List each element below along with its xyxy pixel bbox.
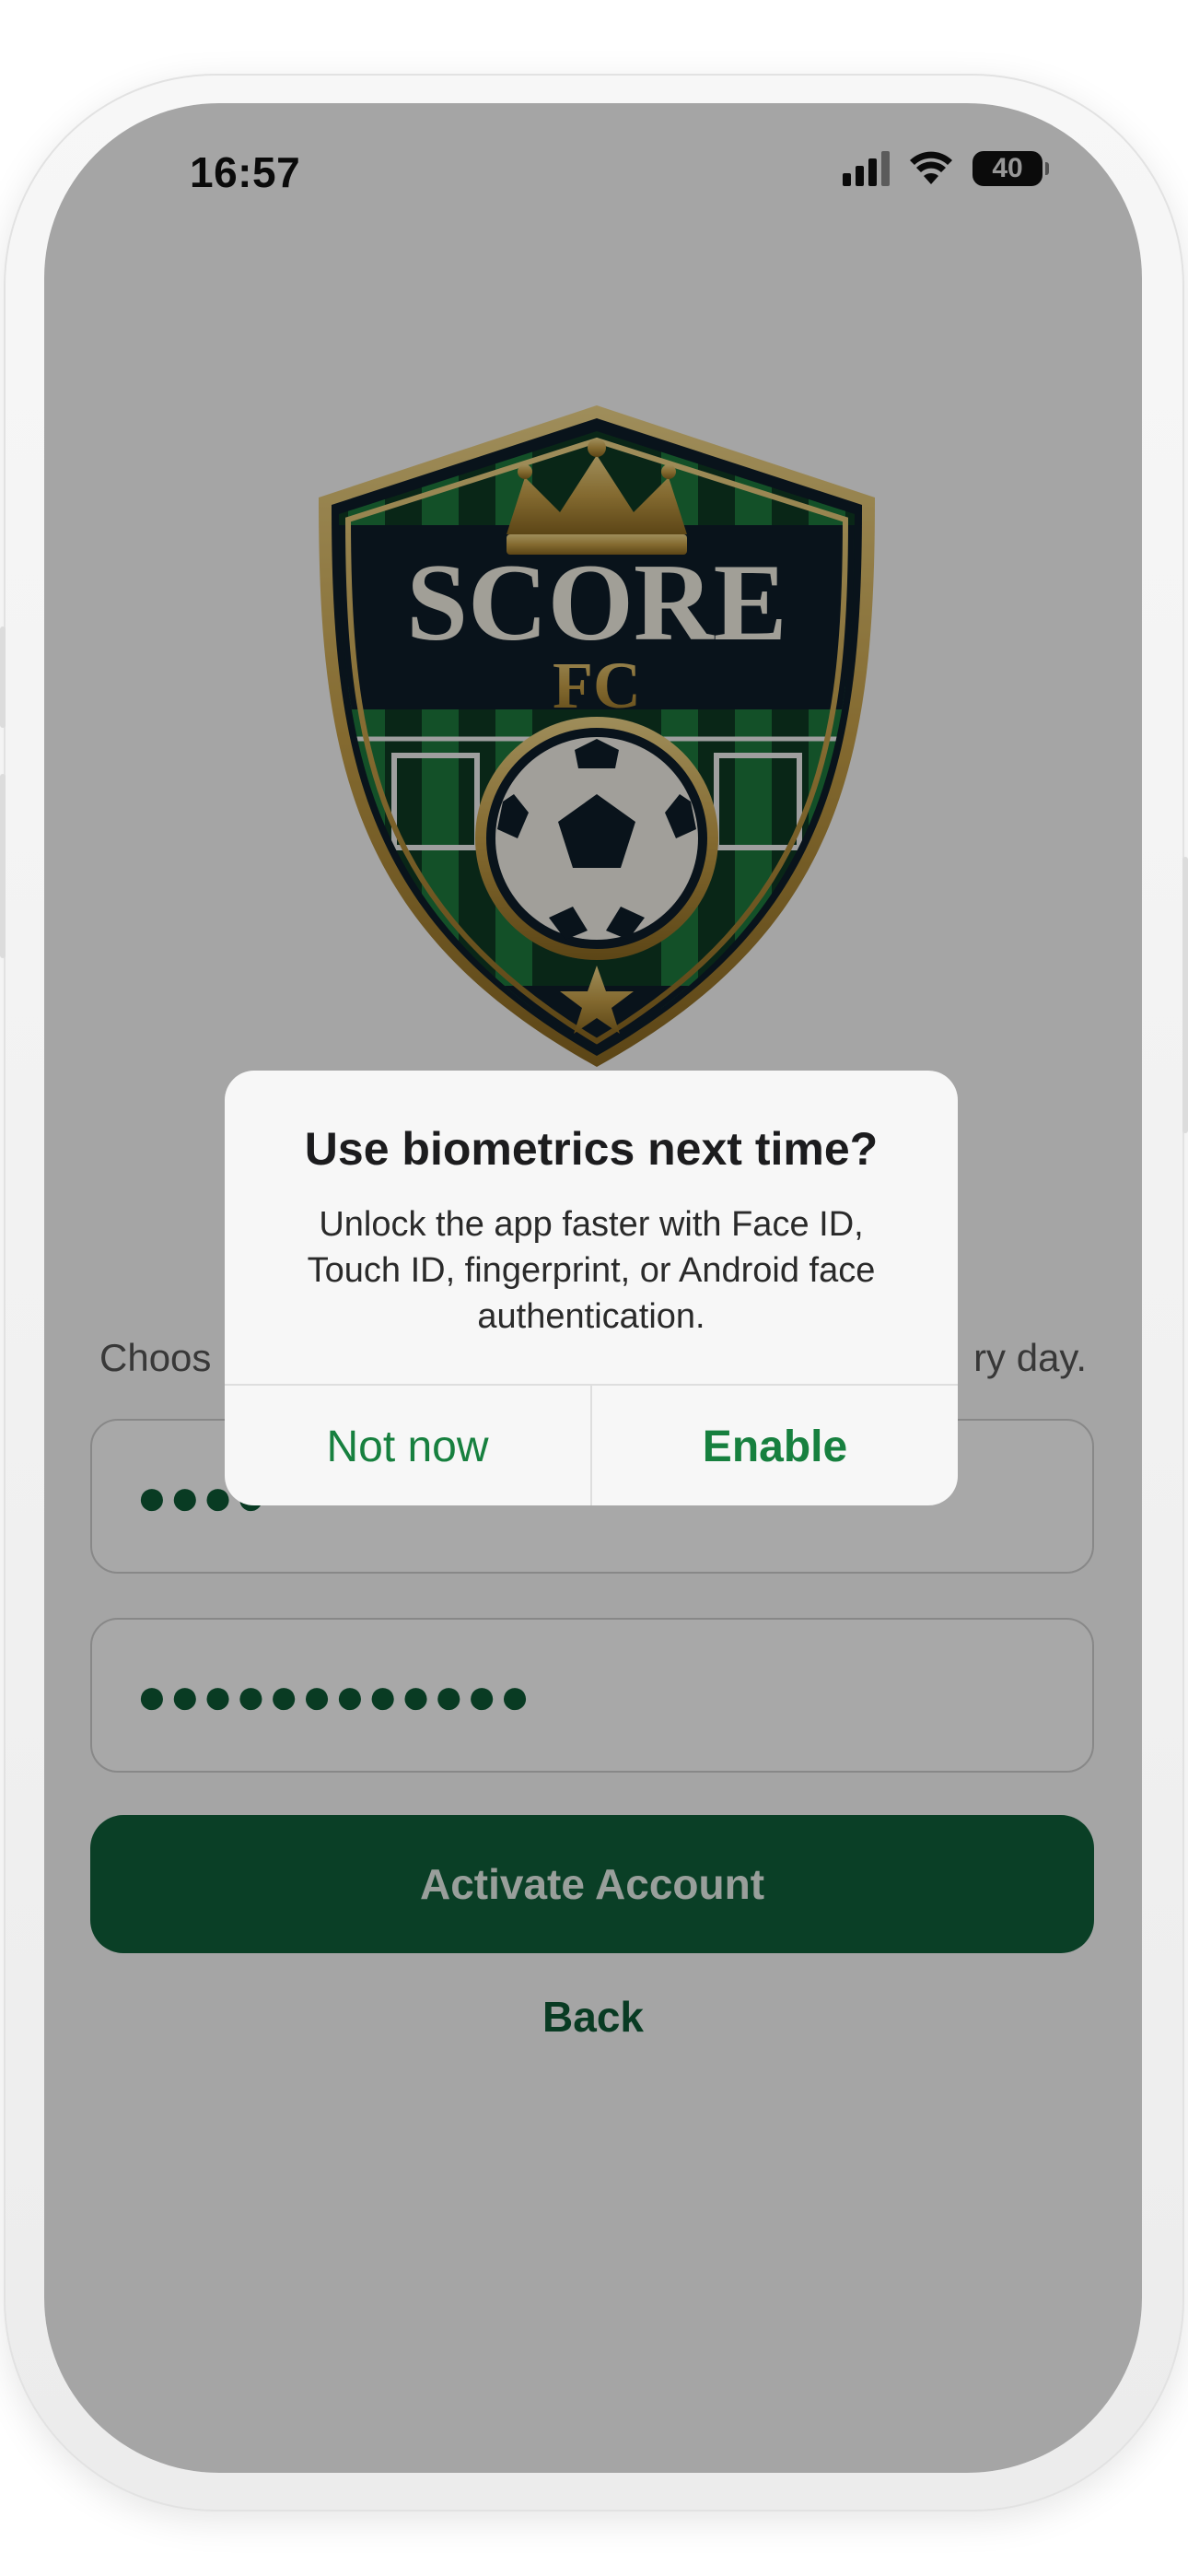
biometrics-dialog: Use biometrics next time? Unlock the app… — [225, 1071, 958, 1505]
enable-button[interactable]: Enable — [590, 1386, 958, 1505]
dialog-title: Use biometrics next time? — [304, 1123, 879, 1175]
not-now-button[interactable]: Not now — [225, 1386, 590, 1505]
dialog-actions: Not now Enable — [225, 1384, 958, 1505]
dialog-message: Unlock the app faster with Face ID, Touc… — [307, 1205, 876, 1336]
phone-side-button — [1182, 857, 1188, 1133]
phone-side-button — [0, 626, 6, 728]
phone-side-button — [0, 774, 6, 958]
device-screen: 16:57 40 SCORE FC Choos ry day. ●●●● ●●●… — [44, 103, 1142, 2473]
